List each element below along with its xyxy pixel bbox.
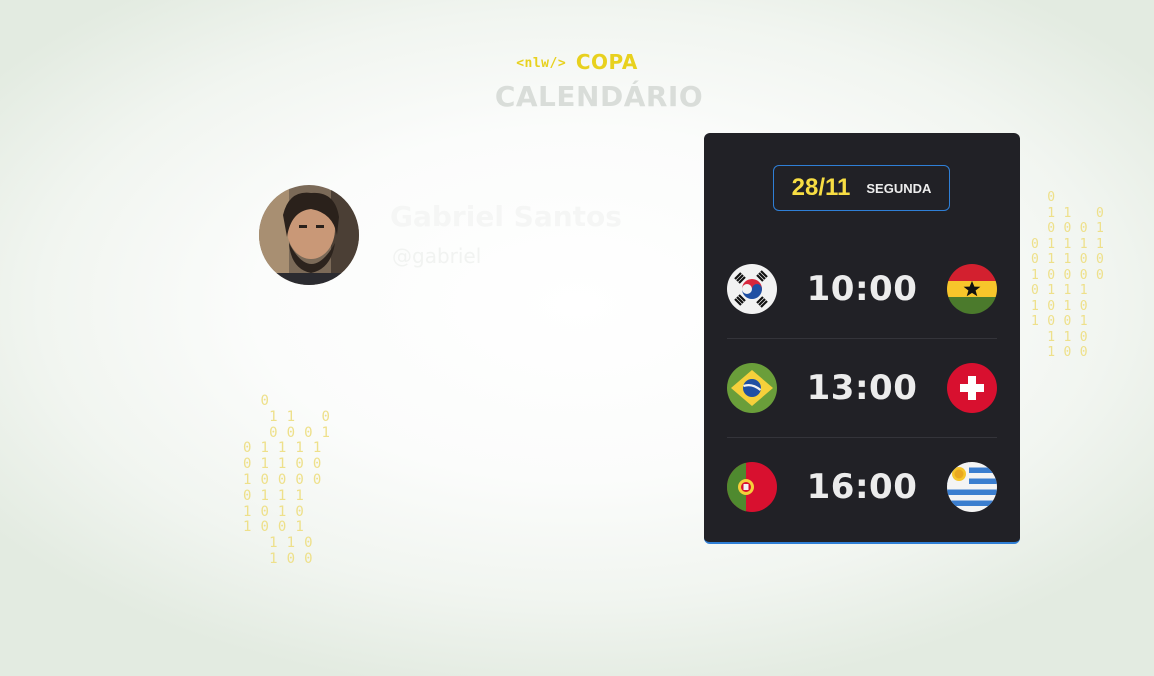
game-time: 10:00 [806, 268, 918, 309]
match-date: 28/11 [791, 174, 851, 201]
copa-logo: <nlw/> COPA [0, 50, 1154, 74]
avatar [259, 185, 359, 285]
game-time: 16:00 [806, 466, 918, 507]
south-korea-flag-icon [727, 263, 777, 314]
logo-nlw-text: <nlw/> [516, 56, 567, 71]
binary-decoration-left: 0 1 1 0 0 0 0 1 0 1 1 1 1 0 1 1 0 0 1 0 … [243, 393, 331, 567]
portugal-flag-icon [727, 461, 777, 512]
game-row: 13:00 [727, 338, 997, 438]
match-weekday: SEGUNDA [866, 180, 932, 196]
binary-decoration-right: 0 1 1 0 0 0 0 1 0 1 1 1 1 0 1 1 0 0 1 0 … [1031, 190, 1105, 360]
uruguay-flag-icon [946, 461, 997, 512]
match-date-box: 28/11 SEGUNDA [773, 165, 950, 211]
page-title: CALENDÁRIO [494, 80, 704, 113]
match-day-card: 28/11 SEGUNDA 10:00 13:00 16:00 [704, 133, 1020, 544]
game-row: 16:00 [727, 437, 997, 536]
profile-handle: @gabriel [392, 244, 482, 268]
ghana-flag-icon [946, 263, 997, 314]
logo-copa-text: COPA [575, 50, 638, 74]
switzerland-flag-icon [946, 362, 997, 413]
brazil-flag-icon [727, 362, 777, 413]
game-row: 10:00 [727, 239, 997, 339]
game-time: 13:00 [806, 367, 918, 408]
profile-name: Gabriel Santos [390, 200, 622, 233]
